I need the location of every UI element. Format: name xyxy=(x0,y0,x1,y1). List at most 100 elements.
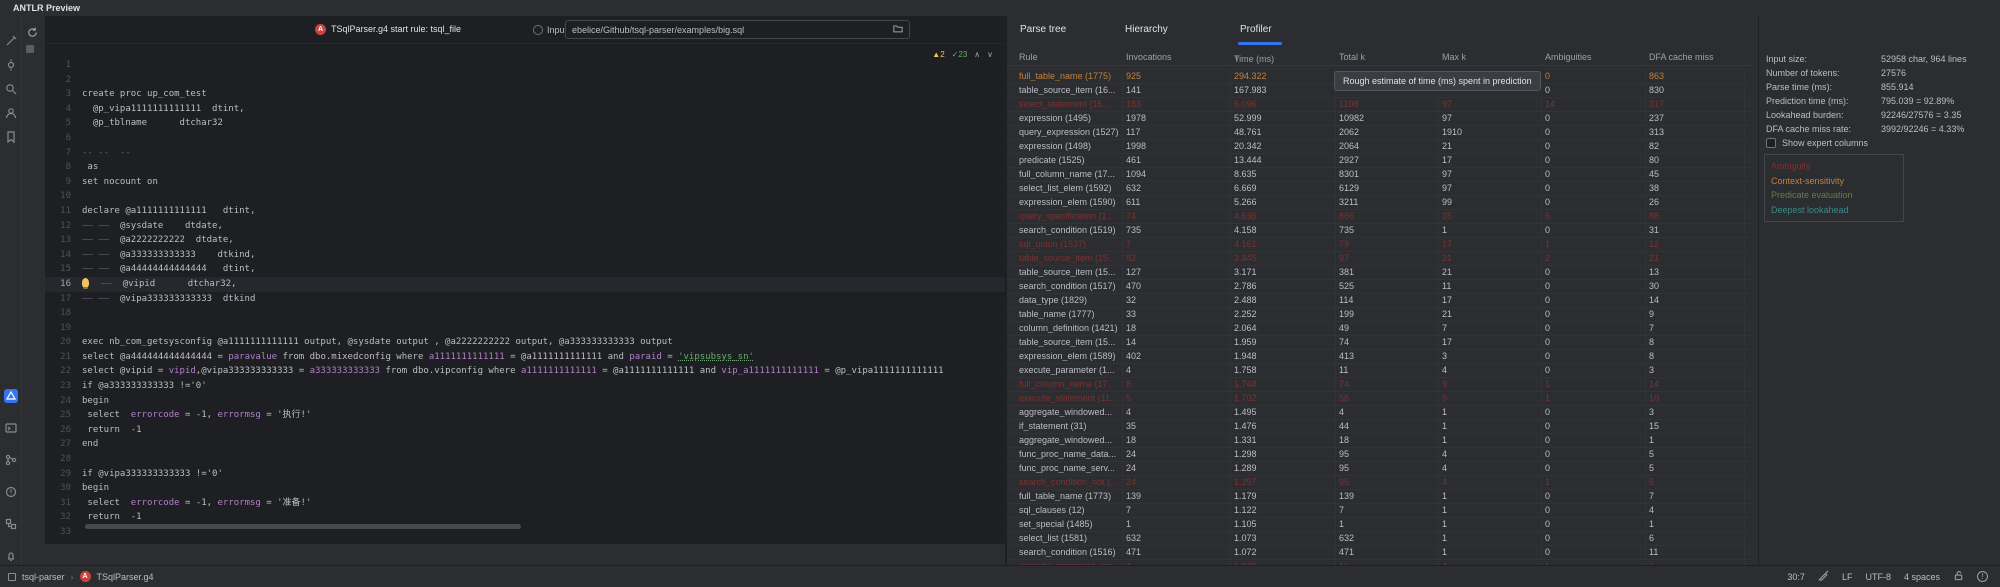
code-line-26[interactable]: 26 return -1 xyxy=(45,423,1005,438)
profiler-row[interactable]: execute_parameter (1...41.75811403 xyxy=(1007,364,1751,378)
show-expert-columns[interactable]: Show expert columns xyxy=(1766,138,1868,148)
profiler-row[interactable]: search_condition (1516)4711.0724711011 xyxy=(1007,546,1751,560)
profiler-row[interactable]: query_expression (1527)11748.76120621910… xyxy=(1007,126,1751,140)
notifications-icon[interactable] xyxy=(4,549,18,563)
antlr-preview-stripe-icon[interactable] xyxy=(4,389,18,403)
intention-bulb-icon[interactable] xyxy=(82,278,89,287)
profiler-row[interactable]: aggregate_windowed...41.4954103 xyxy=(1007,406,1751,420)
caret-position[interactable]: 30:7 xyxy=(1787,572,1805,582)
code-line-11[interactable]: 11declare @a1111111111111 dtint, xyxy=(45,204,1005,219)
profiler-row[interactable]: search_condition (1519)7354.1587351031 xyxy=(1007,224,1751,238)
commit-icon[interactable] xyxy=(4,58,18,72)
code-line-21[interactable]: 21select @a444444444444444 = paravalue f… xyxy=(45,350,1005,365)
project-window-icon[interactable] xyxy=(8,573,16,581)
tab-hierarchy[interactable]: Hierarchy xyxy=(1125,24,1168,35)
code-line-29[interactable]: 29if @vipa333333333333 !='0' xyxy=(45,467,1005,482)
file-path-field[interactable]: ebelice/Github/tsql-parser/examples/big.… xyxy=(565,20,910,39)
code-area[interactable]: 123create proc up_com_test4 @p_vipa11111… xyxy=(45,44,1005,544)
code-line-13[interactable]: 13—— —— @a2222222222 dtdate, xyxy=(45,233,1005,248)
code-line-10[interactable]: 10 xyxy=(45,189,1005,204)
no-highlight-icon[interactable] xyxy=(1818,570,1829,583)
profiler-table-body[interactable]: full_table_name (1775)925294.3220863tabl… xyxy=(1007,70,1751,565)
profiler-row[interactable]: expression_elem (1590)6115.266321199026 xyxy=(1007,196,1751,210)
code-line-25[interactable]: 25 select errorcode = -1, errormsg = '执行… xyxy=(45,408,1005,423)
code-line-17[interactable]: 17—— —— @vipa333333333333 dtkind xyxy=(45,292,1005,307)
profiler-row[interactable]: full_column_name (17...10948.63583019704… xyxy=(1007,168,1751,182)
code-line-24[interactable]: 24begin xyxy=(45,394,1005,409)
indent-setting[interactable]: 4 spaces xyxy=(1904,572,1940,582)
code-line-5[interactable]: 5 @p_tblname dtchar32 xyxy=(45,116,1005,131)
profiler-row[interactable]: expression (1498)199820.342206421082 xyxy=(1007,140,1751,154)
line-ending[interactable]: LF xyxy=(1842,572,1853,582)
profiler-row[interactable]: if_statement (31)351.476441015 xyxy=(1007,420,1751,434)
profiler-row[interactable]: table_name (1777)332.2521992109 xyxy=(1007,308,1751,322)
profiler-row[interactable]: func_proc_name_serv...241.28995405 xyxy=(1007,462,1751,476)
profiler-row[interactable]: predicate (1525)46113.444292717080 xyxy=(1007,154,1751,168)
profiler-row[interactable]: select_list_elem (1592)6326.669612997038 xyxy=(1007,182,1751,196)
code-line-16[interactable]: 16—— @vipid dtchar32, xyxy=(45,277,1005,292)
code-line-28[interactable]: 28 xyxy=(45,452,1005,467)
profiler-row[interactable]: expression_elem (1589)4021.948413308 xyxy=(1007,350,1751,364)
col-ambiguities[interactable]: Ambiguities xyxy=(1545,52,1646,62)
sql-input-editor[interactable]: ATSqlParser.g4 start rule: tsql_file Inp… xyxy=(45,16,1005,544)
breadcrumb-project[interactable]: tsql-parser xyxy=(22,572,65,582)
inspections-status-icon[interactable]: ! xyxy=(1977,571,1988,582)
refresh-icon[interactable] xyxy=(24,24,40,40)
user-icon[interactable] xyxy=(4,106,18,120)
search-icon[interactable] xyxy=(4,82,18,96)
code-line-6[interactable]: 6 xyxy=(45,131,1005,146)
code-line-12[interactable]: 12—— —— @sysdate dtdate, xyxy=(45,219,1005,234)
profiler-row[interactable]: full_table_name (1773)1391.179139107 xyxy=(1007,490,1751,504)
code-line-3[interactable]: 3create proc up_com_test xyxy=(45,87,1005,102)
profiler-row[interactable]: table_source_item (15...1273.17138121013 xyxy=(1007,266,1751,280)
profiler-row[interactable]: table_source_item (15...823.4459721221 xyxy=(1007,252,1751,266)
code-line-15[interactable]: 15—— —— @a44444444444444 dtint, xyxy=(45,262,1005,277)
code-line-19[interactable]: 19 xyxy=(45,321,1005,336)
code-line-2[interactable]: 2 xyxy=(45,73,1005,88)
breadcrumb-file[interactable]: TSqlParser.g4 xyxy=(97,572,154,582)
horizontal-scrollbar[interactable] xyxy=(85,524,521,529)
code-line-7[interactable]: 7-- -- -- xyxy=(45,146,1005,161)
code-line-14[interactable]: 14—— —— @a333333333333 dtkind, xyxy=(45,248,1005,263)
terminal-icon[interactable] xyxy=(4,421,18,435)
file-encoding[interactable]: UTF-8 xyxy=(1865,572,1891,582)
code-line-30[interactable]: 30begin xyxy=(45,481,1005,496)
unlock-icon[interactable] xyxy=(1953,570,1964,583)
code-line-23[interactable]: 23if @a333333333333 !='0' xyxy=(45,379,1005,394)
profiler-row[interactable]: query_specification (1...744.63688635688 xyxy=(1007,210,1751,224)
code-line-1[interactable]: 1 xyxy=(45,58,1005,73)
profiler-row[interactable]: aggregate_windowed...181.33118101 xyxy=(1007,434,1751,448)
code-line-32[interactable]: 32 return -1 xyxy=(45,510,1005,525)
code-line-18[interactable]: 18 xyxy=(45,306,1005,321)
col-total-k[interactable]: Total k xyxy=(1339,52,1439,62)
col-dfa-cache-miss[interactable]: DFA cache miss xyxy=(1649,52,1745,62)
code-line-31[interactable]: 31 select errorcode = -1, errormsg = '准备… xyxy=(45,496,1005,511)
col-invocations[interactable]: Invocations xyxy=(1126,52,1231,62)
file-path-value[interactable]: ebelice/Github/tsql-parser/examples/big.… xyxy=(572,25,887,35)
bookmarks-icon[interactable] xyxy=(4,130,18,144)
code-line-4[interactable]: 4 @p_vipa1111111111111 dtint, xyxy=(45,102,1005,117)
profiler-row[interactable]: select_list (1581)6321.073632106 xyxy=(1007,532,1751,546)
profiler-row[interactable]: search_condition (1517)4702.78652511030 xyxy=(1007,280,1751,294)
project-structure-icon[interactable] xyxy=(4,34,18,48)
input-radio[interactable] xyxy=(533,25,543,35)
problems-icon[interactable] xyxy=(4,485,18,499)
code-line-20[interactable]: 20exec nb_com_getsysconfig @a11111111111… xyxy=(45,335,1005,350)
profiler-row[interactable]: sql_union (1537)74.1617917112 xyxy=(1007,238,1751,252)
profiler-row[interactable]: expression (1495)197852.99910982970237 xyxy=(1007,112,1751,126)
profiler-row[interactable]: full_column_name (17...81.748749114 xyxy=(1007,378,1751,392)
git-icon[interactable] xyxy=(4,453,18,467)
services-icon[interactable] xyxy=(4,517,18,531)
tab-profiler[interactable]: Profiler xyxy=(1240,24,1272,35)
col-max-k[interactable]: Max k xyxy=(1442,52,1542,62)
profiler-row[interactable]: column_definition (1421)182.06449707 xyxy=(1007,322,1751,336)
code-line-27[interactable]: 27end xyxy=(45,437,1005,452)
profiler-row[interactable]: search_condition_not (...241.25795415 xyxy=(1007,476,1751,490)
profiler-row[interactable]: data_type (1829)322.48811417014 xyxy=(1007,294,1751,308)
col-rule[interactable]: Rule xyxy=(1019,52,1123,62)
browse-folder-icon[interactable] xyxy=(893,24,903,35)
profiler-row[interactable]: sql_clauses (12)71.1227104 xyxy=(1007,504,1751,518)
profiler-row[interactable]: func_proc_name_data...241.29895405 xyxy=(1007,448,1751,462)
profiler-row[interactable]: select_statement (15...1836.096110897143… xyxy=(1007,98,1751,112)
profiler-row[interactable]: table_source_item (15...141.959741708 xyxy=(1007,336,1751,350)
